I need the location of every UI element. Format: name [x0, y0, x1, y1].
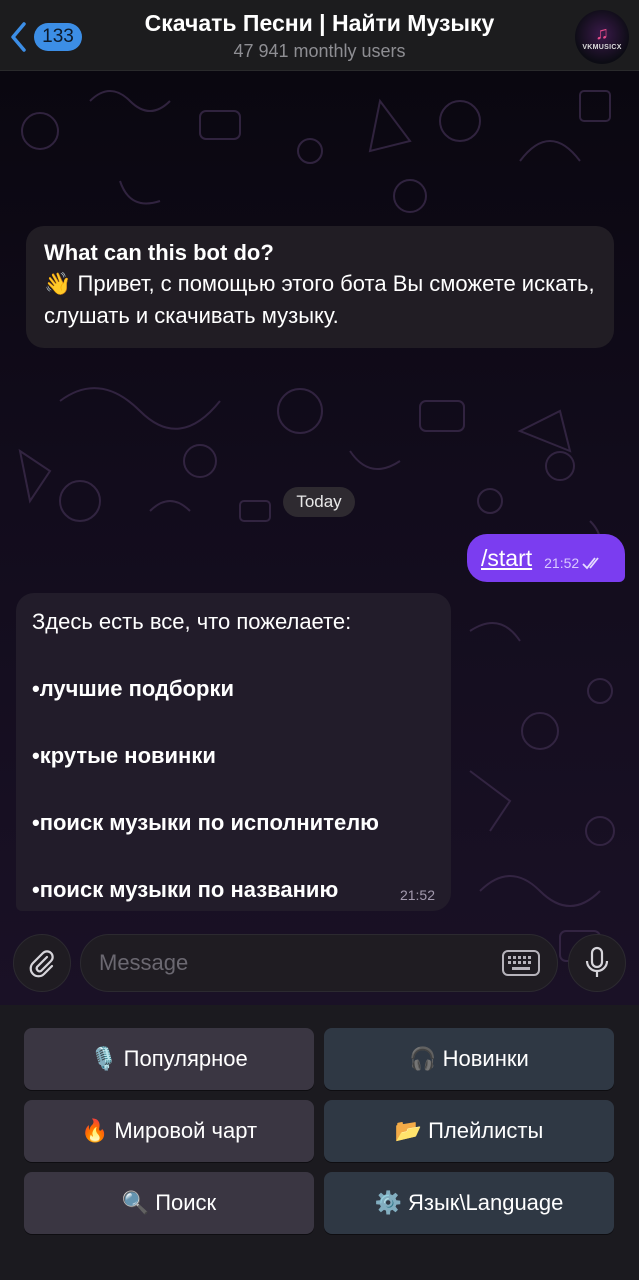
fire-icon: 🔥: [80, 1118, 109, 1143]
gear-icon: ⚙️: [374, 1190, 402, 1215]
keyboard-button-label: Популярное: [123, 1046, 248, 1071]
microphone-icon: 🎙️: [90, 1046, 118, 1071]
chat-subtitle: 47 941 monthly users: [233, 41, 406, 61]
bot-reply-keyboard: 🎙️ Популярное 🎧 Новинки 🔥 Мировой чарт 📂…: [0, 1005, 639, 1280]
wave-emoji-icon: 👋: [44, 271, 72, 296]
keyboard-button-search[interactable]: 🔍 Поиск: [24, 1172, 314, 1234]
intro-description: Привет, с помощью этого бота Вы сможете …: [44, 271, 595, 328]
message-input-bar: [0, 928, 639, 1004]
microphone-icon: [585, 946, 609, 977]
list-item: •лучшие подборки: [32, 676, 235, 701]
intro-text: 👋 Привет, с помощью этого бота Вы сможет…: [44, 268, 596, 332]
list-item: •поиск музыки по названию: [32, 877, 339, 902]
magnifier-icon: 🔍: [121, 1190, 150, 1215]
message-time: 21:52: [544, 555, 580, 571]
list-item: •крутые новинки: [32, 743, 216, 768]
keyboard-button-label: Новинки: [442, 1046, 529, 1071]
keyboard-button-label: Язык\Language: [407, 1190, 564, 1215]
music-note-icon: ♫: [595, 22, 609, 43]
keyboard-button-playlists[interactable]: 📂 Плейлисты: [324, 1100, 614, 1162]
keyboard-button-popular[interactable]: 🎙️ Популярное: [24, 1028, 314, 1090]
keyboard-button-label: Поиск: [155, 1190, 217, 1215]
list-item: •поиск музыки по исполнителю: [32, 810, 379, 835]
keyboard-icon[interactable]: [501, 949, 541, 977]
message-input[interactable]: [97, 949, 501, 977]
voice-message-button[interactable]: [568, 934, 626, 992]
avatar-brand-text: VKMUSICX: [582, 43, 622, 51]
folder-icon: 📂: [394, 1118, 423, 1143]
double-check-icon: [582, 557, 599, 570]
keyboard-button-label: Мировой чарт: [114, 1118, 258, 1143]
message-line: Здесь есть все, что пожелаете:: [32, 609, 352, 634]
chat-area: What can this bot do? 👋 Привет, с помощь…: [0, 71, 639, 1006]
message-time: 21:52: [399, 887, 435, 903]
keyboard-button-language[interactable]: ⚙️ Язык\Language: [324, 1172, 614, 1234]
intro-title: What can this bot do?: [44, 240, 274, 265]
command-link[interactable]: /start: [481, 545, 532, 572]
incoming-message[interactable]: Здесь есть все, что пожелаете: •лучшие п…: [16, 593, 451, 911]
chat-title[interactable]: Скачать Песни | Найти Музыку: [0, 10, 639, 37]
headphones-icon: 🎧: [409, 1046, 437, 1071]
keyboard-button-label: Плейлисты: [428, 1118, 544, 1143]
keyboard-button-new[interactable]: 🎧 Новинки: [324, 1028, 614, 1090]
outgoing-message[interactable]: /start 21:52: [467, 534, 625, 582]
bot-avatar[interactable]: ♫ VKMUSICX: [575, 10, 629, 64]
attach-button[interactable]: [13, 934, 71, 992]
keyboard-button-world-chart[interactable]: 🔥 Мировой чарт: [24, 1100, 314, 1162]
date-separator: Today: [283, 487, 355, 517]
bot-intro-card: What can this bot do? 👋 Привет, с помощь…: [26, 226, 614, 348]
message-field[interactable]: [80, 934, 558, 992]
chat-header: 133 Скачать Песни | Найти Музыку 47 941 …: [0, 0, 639, 71]
paperclip-icon: [29, 950, 54, 978]
